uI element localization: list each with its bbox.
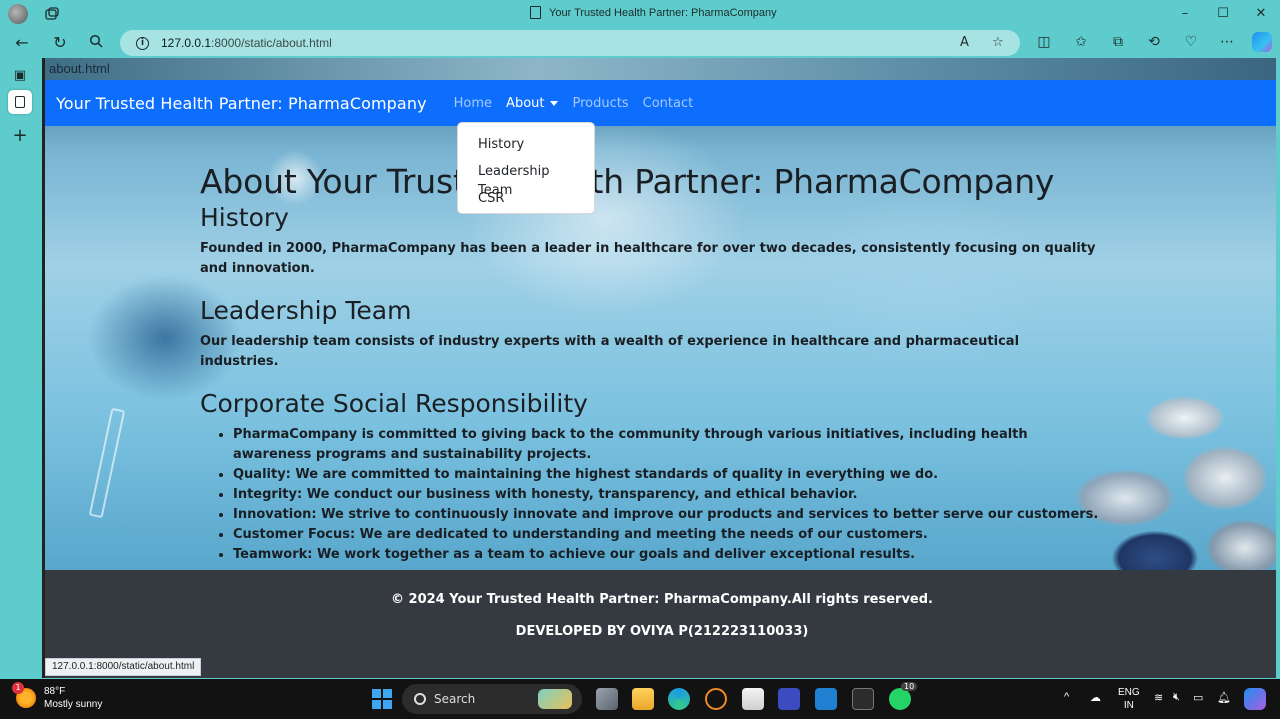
nav-home[interactable]: Home <box>447 96 499 111</box>
history-icon[interactable]: ⟲ <box>1144 32 1164 52</box>
browser-essentials-icon[interactable]: ♡ <box>1181 32 1201 52</box>
split-screen-icon[interactable]: ◫ <box>1034 32 1054 52</box>
about-content: About Your Trusted Health Partner: Pharm… <box>200 162 1100 565</box>
page-icon <box>15 95 25 108</box>
url-host: 127.0.0.1 <box>161 36 212 50</box>
language-code: ENG <box>1118 687 1140 698</box>
edge-browser-icon[interactable] <box>668 688 690 710</box>
list-item: Customer Focus: We are dedicated to unde… <box>233 525 1100 545</box>
dropdown-item-leadership[interactable]: Leadership Team <box>458 158 594 198</box>
csr-list: PharmaCompany is committed to giving bac… <box>233 425 1100 565</box>
favorite-star-icon[interactable]: ☆ <box>992 35 1004 50</box>
site-navbar: Your Trusted Health Partner: PharmaCompa… <box>45 80 1276 126</box>
sync-app-icon[interactable] <box>705 688 727 710</box>
file-explorer-icon[interactable] <box>632 688 654 710</box>
history-heading: History <box>200 203 289 232</box>
task-view-icon[interactable] <box>596 688 618 710</box>
favorites-icon[interactable]: ✩ <box>1071 32 1091 52</box>
notepad-app-icon[interactable] <box>778 688 800 710</box>
chevron-down-icon <box>550 100 559 106</box>
status-bar-url: 127.0.0.1:8000/static/about.html <box>45 658 202 676</box>
window-title: Your Trusted Health Partner: PharmaCompa… <box>530 6 777 19</box>
list-item: PharmaCompany is committed to giving bac… <box>233 425 1100 465</box>
weather-widget[interactable]: 1 88°F Mostly sunny <box>12 682 103 711</box>
page-link-label[interactable]: about.html <box>49 61 110 76</box>
sun-icon: 1 <box>12 682 36 708</box>
terminal-icon[interactable] <box>852 688 874 710</box>
list-item: Integrity: We conduct our business with … <box>233 485 1100 505</box>
copilot-icon[interactable] <box>1252 32 1272 52</box>
taskbar-search[interactable]: Search <box>402 684 582 714</box>
nav-about[interactable]: About <box>499 96 565 111</box>
more-menu-icon[interactable]: ⋯ <box>1217 32 1237 52</box>
page-icon <box>530 6 541 19</box>
nav-about-label: About <box>506 95 545 111</box>
nav-contact[interactable]: Contact <box>636 96 701 111</box>
page-title: About Your Trusted Health Partner: Pharm… <box>200 162 1055 201</box>
read-aloud-icon[interactable]: A <box>960 35 969 50</box>
tab-panel-icon[interactable]: ▣ <box>8 64 32 88</box>
list-item: Innovation: We strive to continuously in… <box>233 505 1100 525</box>
leadership-heading: Leadership Team <box>200 296 412 325</box>
list-item: Quality: We are committed to maintaining… <box>233 465 1100 485</box>
copilot-taskbar-icon[interactable] <box>1244 688 1266 710</box>
address-url[interactable]: 127.0.0.1:8000/static/about.html <box>161 36 332 50</box>
history-text: Founded in 2000, PharmaCompany has been … <box>200 241 1096 276</box>
windows-taskbar: 1 88°F Mostly sunny Search 10 ^ ☁ ENG IN… <box>0 679 1280 719</box>
nav-links: Home About Products Contact <box>447 96 701 111</box>
close-button[interactable]: ✕ <box>1246 4 1276 24</box>
dropdown-item-history[interactable]: History <box>458 131 594 158</box>
vscode-icon[interactable] <box>815 688 837 710</box>
about-dropdown-menu: History Leadership Team CSR <box>457 122 595 214</box>
search-highlight-icon <box>538 689 572 709</box>
dropdown-item-csr[interactable]: CSR <box>458 185 594 212</box>
tab-actions-icon[interactable] <box>44 6 60 22</box>
search-icon[interactable] <box>84 32 108 54</box>
window-title-text: Your Trusted Health Partner: PharmaCompa… <box>549 6 777 19</box>
syringe-image <box>88 407 126 519</box>
weather-condition: Mostly sunny <box>44 699 103 710</box>
site-footer: © 2024 Your Trusted Health Partner: Phar… <box>45 570 1276 678</box>
vertical-tabs: ▣ + <box>0 58 42 678</box>
whatsapp-badge: 10 <box>901 682 918 691</box>
whatsapp-icon[interactable]: 10 <box>889 682 918 710</box>
csr-heading: Corporate Social Responsibility <box>200 389 588 418</box>
leadership-text: Our leadership team consists of industry… <box>200 334 1020 369</box>
back-button[interactable]: ← <box>10 32 34 54</box>
chevron-up-icon[interactable]: ^ <box>1064 691 1069 703</box>
background-strip <box>45 58 1276 80</box>
minimize-button[interactable]: – <box>1170 4 1200 24</box>
taskbar-search-label: Search <box>434 692 476 706</box>
language-indicator[interactable]: ENG IN <box>1118 686 1140 712</box>
new-tab-icon[interactable]: + <box>8 124 32 148</box>
collections-icon[interactable]: ⧉ <box>1108 32 1128 52</box>
footer-developer: DEVELOPED BY OVIYA P(212223110033) <box>515 624 809 639</box>
battery-icon[interactable]: ▭ <box>1193 691 1203 704</box>
address-bar[interactable]: i 127.0.0.1:8000/static/about.html A ☆ <box>120 30 1020 56</box>
nav-products[interactable]: Products <box>565 96 635 111</box>
region-code: IN <box>1123 700 1134 711</box>
site-info-icon[interactable]: i <box>136 36 149 50</box>
microsoft-store-icon[interactable] <box>742 688 764 710</box>
notification-badge: 1 <box>12 682 24 694</box>
windows-start-icon[interactable] <box>371 688 393 710</box>
navbar-brand[interactable]: Your Trusted Health Partner: PharmaCompa… <box>56 94 427 113</box>
notification-bell-icon[interactable]: 🔔︎ <box>1217 691 1231 704</box>
list-item: Teamwork: We work together as a team to … <box>233 545 1100 565</box>
search-icon <box>414 693 426 705</box>
browser-titlebar: Your Trusted Health Partner: PharmaCompa… <box>0 0 1280 28</box>
onedrive-icon[interactable]: ☁ <box>1090 691 1101 704</box>
maximize-button[interactable]: ☐ <box>1208 4 1238 24</box>
footer-copyright: © 2024 Your Trusted Health Partner: Phar… <box>391 592 933 607</box>
active-tab[interactable] <box>8 90 32 114</box>
profile-avatar-icon[interactable] <box>8 4 28 24</box>
refresh-button[interactable]: ↻ <box>48 32 72 54</box>
weather-temperature: 88°F <box>44 686 66 697</box>
page-viewport: about.html Your Trusted Health Partner: … <box>42 58 1276 678</box>
wifi-icon[interactable]: ≋ <box>1154 691 1163 704</box>
url-path: :8000/static/about.html <box>211 36 332 50</box>
speaker-muted-icon[interactable]: 🔇︎ <box>1173 691 1180 704</box>
